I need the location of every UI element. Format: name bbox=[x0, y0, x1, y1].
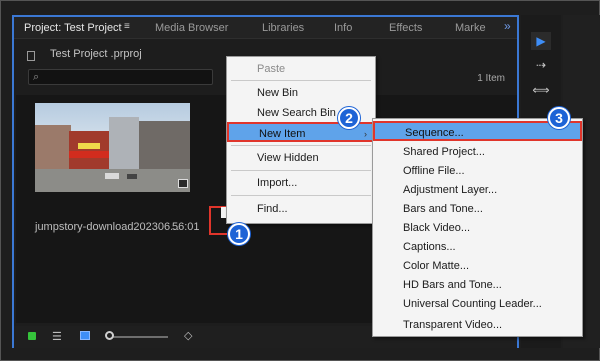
menu-divider bbox=[231, 170, 371, 171]
menu-item-paste[interactable]: Paste bbox=[227, 59, 375, 79]
search-input[interactable]: ⌕ bbox=[28, 69, 213, 85]
menu-divider bbox=[231, 145, 371, 146]
lock-icon[interactable] bbox=[28, 332, 36, 340]
submenu-item-black-video[interactable]: Black Video... bbox=[373, 218, 582, 238]
submenu-item-adjustment-layer[interactable]: Adjustment Layer... bbox=[373, 180, 582, 200]
tab-overflow-icon[interactable]: » bbox=[504, 19, 511, 33]
submenu-item-universal-counting-leader[interactable]: Universal Counting Leader... bbox=[373, 294, 582, 314]
submenu-item-color-matte[interactable]: Color Matte... bbox=[373, 256, 582, 276]
panel-tab-bar: Project: Test Project ≡ Media Browser Li… bbox=[14, 17, 517, 39]
ripple-edit-tool-icon[interactable]: ⟺ bbox=[531, 81, 551, 99]
project-file-icon bbox=[27, 51, 35, 61]
submenu-item-transparent-video[interactable]: Transparent Video... bbox=[373, 315, 582, 335]
submenu-item-hd-bars-and-tone[interactable]: HD Bars and Tone... bbox=[373, 275, 582, 295]
zoom-slider[interactable] bbox=[108, 336, 168, 338]
clip-type-icon bbox=[178, 179, 188, 188]
app-window: Project: Test Project ≡ Media Browser Li… bbox=[0, 0, 600, 361]
submenu-item-offline-file[interactable]: Offline File... bbox=[373, 161, 582, 181]
new-item-submenu: Sequence... Shared Project... Offline Fi… bbox=[372, 118, 583, 337]
item-count: 1 Item bbox=[477, 73, 505, 84]
menu-item-label: New Item bbox=[259, 128, 306, 140]
list-view-icon[interactable]: ☰ bbox=[52, 330, 62, 343]
tab-project[interactable]: Project: Test Project bbox=[24, 20, 122, 36]
track-select-tool-icon[interactable]: ⇢ bbox=[531, 56, 551, 74]
search-icon: ⌕ bbox=[33, 71, 40, 83]
step-callout-1: 1 bbox=[228, 223, 250, 245]
submenu-item-shared-project[interactable]: Shared Project... bbox=[373, 142, 582, 162]
chevron-right-icon: › bbox=[364, 129, 367, 139]
tab-markers[interactable]: Marke bbox=[455, 20, 486, 36]
menu-divider bbox=[231, 195, 371, 196]
clip-duration: 56:01 bbox=[172, 221, 200, 233]
step-callout-3: 3 bbox=[548, 107, 570, 129]
menu-item-view-hidden[interactable]: View Hidden bbox=[227, 148, 375, 168]
context-menu: Paste New Bin New Search Bin New Item › … bbox=[226, 56, 376, 224]
project-filename: Test Project .prproj bbox=[50, 48, 142, 60]
menu-item-find[interactable]: Find... bbox=[227, 199, 375, 219]
step-callout-2: 2 bbox=[338, 107, 360, 129]
clip-thumbnail[interactable] bbox=[35, 103, 190, 192]
tab-info[interactable]: Info bbox=[334, 20, 352, 36]
selection-tool-icon[interactable]: ▶ bbox=[531, 32, 551, 50]
tab-media-browser[interactable]: Media Browser bbox=[155, 20, 228, 36]
tab-libraries[interactable]: Libraries bbox=[262, 20, 304, 36]
submenu-item-captions[interactable]: Captions... bbox=[373, 237, 582, 257]
icon-view-icon[interactable] bbox=[80, 331, 90, 340]
clip-name[interactable]: jumpstory-download202306... bbox=[35, 221, 179, 233]
menu-divider bbox=[231, 80, 371, 81]
menu-item-import[interactable]: Import... bbox=[227, 173, 375, 193]
panel-menu-icon[interactable]: ≡ bbox=[124, 22, 133, 32]
zoom-slider-handle[interactable] bbox=[105, 331, 114, 340]
sort-icon[interactable]: ◇ bbox=[184, 329, 192, 342]
submenu-item-bars-and-tone[interactable]: Bars and Tone... bbox=[373, 199, 582, 219]
menu-item-new-bin[interactable]: New Bin bbox=[227, 83, 375, 103]
tab-effects[interactable]: Effects bbox=[389, 20, 422, 36]
